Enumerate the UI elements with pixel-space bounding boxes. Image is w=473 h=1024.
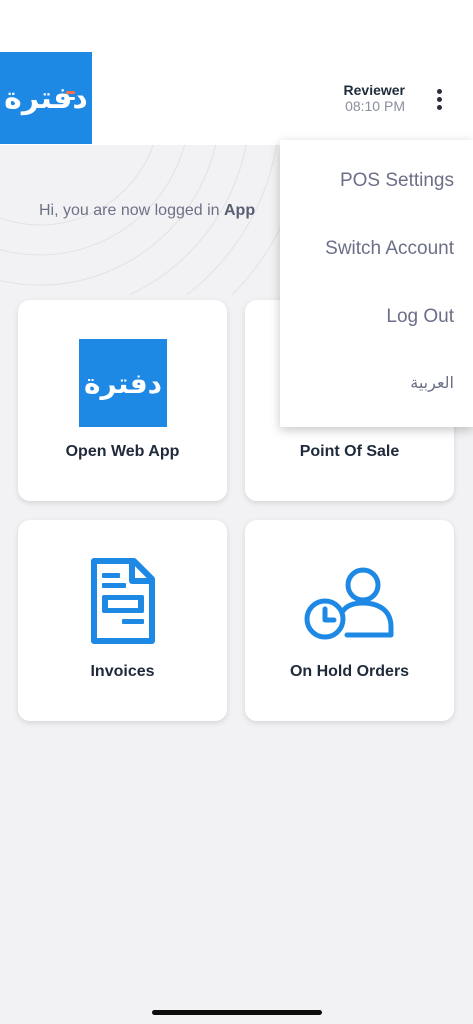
more-vertical-icon (436, 88, 442, 94)
invoices-card[interactable]: Invoices (18, 520, 227, 721)
more-options-button[interactable] (426, 84, 452, 114)
menu-item-arabic[interactable]: العربية (410, 373, 454, 392)
user-name: Reviewer (343, 82, 405, 98)
welcome-message: Hi, you are now logged in App (39, 202, 256, 219)
home-indicator[interactable] (152, 1010, 322, 1015)
app-logo: دفترة (0, 52, 92, 144)
menu-item-pos-settings[interactable]: POS Settings (340, 170, 454, 192)
logo-accent-icon (66, 91, 75, 94)
current-time: 08:10 PM (345, 98, 405, 114)
user-info: Reviewer 08:10 PM (344, 82, 405, 114)
logo-accent-icon (66, 97, 75, 100)
app-header: دفترة Reviewer 08:10 PM (0, 0, 473, 145)
open-web-app-card[interactable]: دفترة Open Web App (18, 300, 227, 501)
open-web-app-label: Open Web App (65, 443, 180, 460)
menu-item-log-out[interactable]: Log Out (386, 306, 454, 328)
logo-text: دفترة (4, 80, 88, 116)
menu-item-switch-account[interactable]: Switch Account (325, 238, 454, 260)
on-hold-orders-label: On Hold Orders (289, 663, 410, 680)
invoices-label: Invoices (90, 663, 155, 680)
on-hold-orders-card[interactable]: On Hold Orders (245, 520, 454, 721)
point-of-sale-label: Point Of Sale (299, 443, 400, 460)
user-clock-icon (304, 567, 394, 640)
daftra-logo-icon: دفترة (79, 339, 167, 427)
invoice-icon (91, 558, 155, 644)
options-menu: POS Settings Switch Account Log Out العر… (280, 140, 473, 427)
